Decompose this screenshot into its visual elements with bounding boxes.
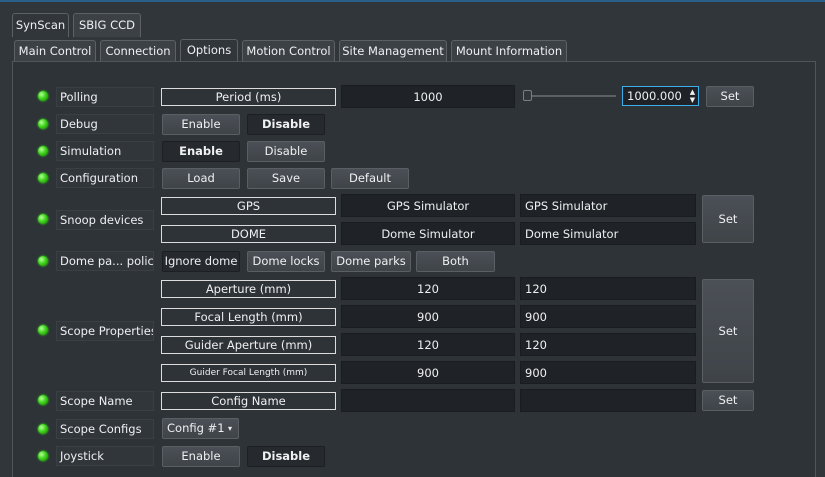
tab-connection[interactable]: Connection <box>100 40 176 61</box>
guider-aperture-value: 120 <box>341 333 515 356</box>
debug-label: Debug <box>56 114 154 134</box>
scope-name-set-button[interactable]: Set <box>702 390 754 411</box>
guider-aperture-input[interactable]: 120 <box>520 333 696 356</box>
simulation-enable-button[interactable]: Enable <box>162 141 240 162</box>
config-name-value <box>341 389 515 412</box>
both-button[interactable]: Both <box>416 251 495 272</box>
chevron-down-icon: ▾ <box>227 424 232 433</box>
guider-focal-length-input[interactable]: 900 <box>520 361 696 384</box>
scope-config-select[interactable]: Config #1 ▾ <box>162 418 239 439</box>
focal-length-header: Focal Length (mm) <box>161 308 336 326</box>
snoop-status-led <box>38 214 48 224</box>
polling-slider-track[interactable] <box>524 95 616 97</box>
tab-options[interactable]: Options <box>180 39 238 62</box>
config-load-button[interactable]: Load <box>162 168 240 189</box>
snoop-gps-input[interactable]: GPS Simulator <box>520 194 696 217</box>
guider-focal-length-header: Guider Focal Length (mm) <box>161 364 336 382</box>
focal-length-value: 900 <box>341 305 515 328</box>
scope-name-label: Scope Name <box>56 391 154 411</box>
focal-length-input[interactable]: 900 <box>520 305 696 328</box>
joystick-disable-button[interactable]: Disable <box>247 446 325 467</box>
config-save-button[interactable]: Save <box>247 168 325 189</box>
simulation-label: Simulation <box>56 141 154 161</box>
joystick-status-led <box>38 451 48 461</box>
polling-spin-value: 1000.000 <box>627 89 682 103</box>
config-default-button[interactable]: Default <box>331 168 409 189</box>
polling-status-led <box>38 91 48 101</box>
simulation-disable-button[interactable]: Disable <box>247 141 325 162</box>
scope-properties-status-led <box>38 325 48 335</box>
scope-configs-status-led <box>38 424 48 434</box>
polling-period-spinbox[interactable]: 1000.000 ▲ ▼ <box>622 86 699 106</box>
polling-period-value: 1000 <box>341 85 515 108</box>
snoop-set-button[interactable]: Set <box>702 195 754 243</box>
debug-enable-button[interactable]: Enable <box>162 114 240 135</box>
tab-site-management[interactable]: Site Management <box>339 40 447 61</box>
window-top-border <box>0 0 825 2</box>
spin-arrows-icon[interactable]: ▲ ▼ <box>688 88 697 104</box>
tab-synscan[interactable]: SynScan <box>12 13 69 37</box>
tab-sbig-ccd[interactable]: SBIG CCD <box>73 13 141 37</box>
joystick-label: Joystick <box>56 446 154 466</box>
debug-status-led <box>38 119 48 129</box>
snoop-gps-value: GPS Simulator <box>341 194 515 217</box>
tab-motion-control[interactable]: Motion Control <box>242 40 335 61</box>
polling-slider-handle[interactable] <box>523 90 532 101</box>
snoop-dome-header: DOME <box>161 225 336 243</box>
simulation-status-led <box>38 146 48 156</box>
dome-locks-button[interactable]: Dome locks <box>247 251 325 272</box>
scope-properties-set-button[interactable]: Set <box>702 279 754 383</box>
debug-disable-button[interactable]: Disable <box>247 114 325 135</box>
polling-label: Polling <box>56 87 154 107</box>
snoop-dome-input[interactable]: Dome Simulator <box>520 222 696 245</box>
dome-policy-status-led <box>38 256 48 266</box>
dome-parks-button[interactable]: Dome parks <box>331 251 411 272</box>
tab-main-control[interactable]: Main Control <box>14 40 96 61</box>
configuration-label: Configuration <box>56 168 154 188</box>
ignore-dome-button[interactable]: Ignore dome <box>162 251 240 272</box>
polling-period-header: Period (ms) <box>161 88 336 106</box>
config-name-header: Config Name <box>161 392 336 410</box>
aperture-input[interactable]: 120 <box>520 277 696 300</box>
scope-config-selected: Config #1 <box>167 421 225 435</box>
snoop-devices-label: Snoop devices <box>56 210 154 230</box>
scope-configs-label: Scope Configs <box>56 419 154 439</box>
guider-aperture-header: Guider Aperture (mm) <box>161 336 336 354</box>
dome-policy-label: Dome pa... policy <box>56 251 154 271</box>
scope-properties-label: Scope Properties <box>56 321 154 341</box>
configuration-status-led <box>38 173 48 183</box>
aperture-header: Aperture (mm) <box>161 280 336 298</box>
aperture-value: 120 <box>341 277 515 300</box>
guider-focal-length-value: 900 <box>341 361 515 384</box>
tab-mount-information[interactable]: Mount Information <box>451 40 567 61</box>
config-name-input[interactable] <box>520 389 696 412</box>
scope-name-status-led <box>38 395 48 405</box>
snoop-gps-header: GPS <box>161 197 336 215</box>
joystick-enable-button[interactable]: Enable <box>162 446 240 467</box>
snoop-dome-value: Dome Simulator <box>341 222 515 245</box>
polling-set-button[interactable]: Set <box>706 86 754 107</box>
